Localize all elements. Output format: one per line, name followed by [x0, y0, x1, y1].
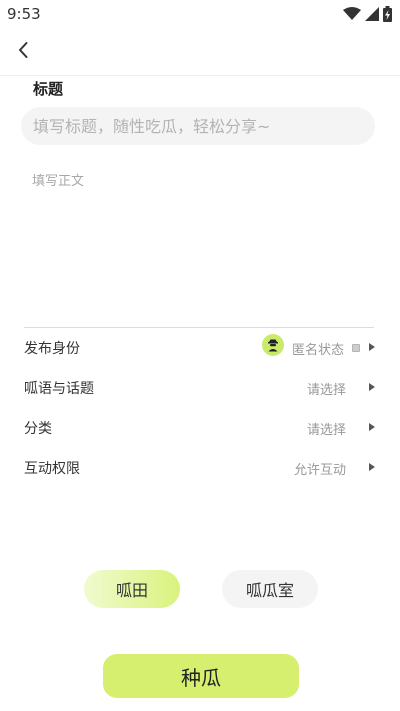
triangle-right-icon [369, 343, 375, 351]
submit-button[interactable]: 种瓜 [103, 654, 299, 698]
status-time: 9:53 [7, 5, 41, 23]
title-input[interactable] [21, 107, 375, 145]
destination-room-button[interactable]: 呱瓜室 [222, 570, 318, 608]
identity-row[interactable]: 发布身份 匿名状态 [24, 332, 376, 364]
cell-signal-icon [365, 7, 379, 21]
title-label: 标题 [33, 80, 64, 98]
category-row[interactable]: 分类 请选择 [24, 412, 376, 444]
body-textarea[interactable] [24, 166, 374, 316]
chevron-left-icon [19, 42, 28, 58]
triangle-right-icon [369, 383, 375, 391]
topic-label: 呱语与话题 [24, 381, 94, 397]
topic-row[interactable]: 呱语与话题 请选择 [24, 372, 376, 404]
battery-charging-icon [383, 6, 392, 22]
destination-field-button[interactable]: 呱田 [84, 570, 180, 608]
triangle-right-icon [369, 463, 375, 471]
triangle-right-icon [369, 423, 375, 431]
status-icons [343, 6, 392, 22]
category-value: 请选择 [306, 423, 346, 438]
identity-value: 匿名状态 [291, 343, 344, 358]
back-button[interactable] [12, 38, 36, 62]
interaction-label: 互动权限 [24, 461, 80, 477]
status-bar: 9:53 [0, 0, 400, 28]
anonymous-avatar-icon [262, 334, 284, 356]
identity-label: 发布身份 [24, 341, 80, 357]
checkbox-icon [352, 344, 360, 352]
interaction-value: 允许互动 [293, 463, 346, 478]
category-label: 分类 [24, 421, 52, 437]
divider [24, 327, 374, 328]
topic-value: 请选择 [306, 383, 346, 398]
interaction-row[interactable]: 互动权限 允许互动 [24, 452, 376, 484]
header [0, 28, 400, 76]
wifi-icon [343, 7, 361, 20]
